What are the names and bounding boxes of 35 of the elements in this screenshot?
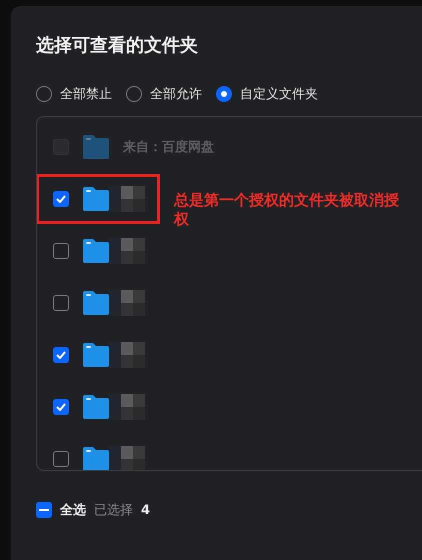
- source-label: 来自：百度网盘: [123, 138, 214, 156]
- checkbox[interactable]: [53, 191, 69, 207]
- folder-icon: [81, 446, 111, 470]
- radio-button[interactable]: [216, 86, 232, 102]
- checkbox[interactable]: [53, 295, 69, 311]
- folder-icon: [81, 394, 111, 420]
- mosaic-drawing: [109, 342, 145, 368]
- radio-button[interactable]: [36, 86, 52, 102]
- checkbox[interactable]: [53, 399, 69, 415]
- annotation-text: 总是第一个授权的文件夹被取消授权: [174, 191, 400, 229]
- mosaic-drawing: [109, 238, 145, 264]
- minus-icon: [39, 509, 49, 511]
- mosaic-drawing: [109, 290, 145, 316]
- mosaic-drawing: [109, 394, 145, 420]
- checkbox[interactable]: [53, 347, 69, 363]
- checkmark-icon: [56, 195, 66, 203]
- radio-label: 全部允许: [150, 86, 202, 103]
- folder-icon: [81, 134, 111, 160]
- radio-label: 全部禁止: [60, 86, 112, 103]
- selected-count: 4: [141, 502, 150, 518]
- checkbox[interactable]: [53, 243, 69, 259]
- folder-icon: [81, 186, 111, 212]
- folder-icon: [81, 342, 111, 368]
- select-all-checkbox[interactable]: [36, 502, 52, 518]
- folder-icon: [81, 290, 111, 316]
- mosaic-drawing: [109, 186, 145, 212]
- dialog-title: 选择可查看的文件夹: [36, 34, 199, 58]
- checkmark-icon: [56, 351, 66, 359]
- folder-icon: [81, 238, 111, 264]
- radio-button[interactable]: [126, 86, 142, 102]
- radio-label: 自定义文件夹: [240, 86, 318, 103]
- selected-label: 已选择: [94, 502, 133, 519]
- select-all-label: 全选: [60, 502, 86, 519]
- checkbox[interactable]: [53, 451, 69, 467]
- checkmark-icon: [56, 403, 66, 411]
